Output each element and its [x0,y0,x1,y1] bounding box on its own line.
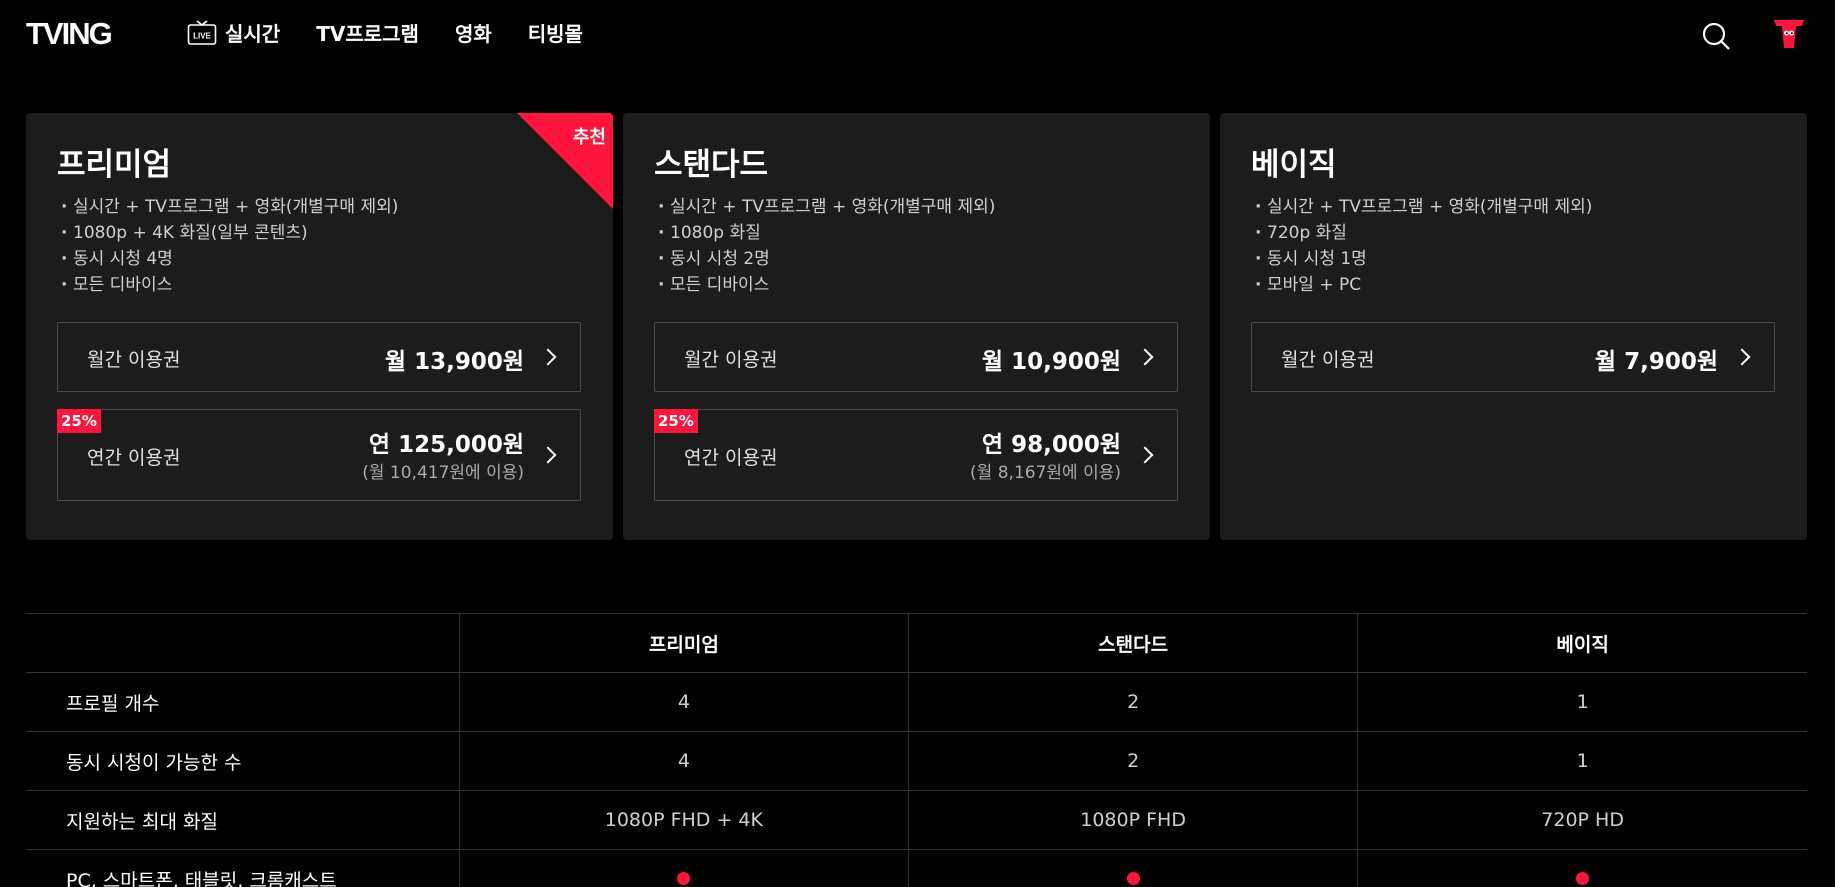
plan-feature: 모든 디바이스 [61,272,582,298]
svg-text:LIVE: LIVE [193,31,211,40]
monthly-equivalent: (월 8,167원에 이용) [970,463,1121,483]
plan-feature: 동시 시청 1명 [1255,246,1776,272]
plan-name: 베이직 [1251,147,1337,183]
nav-label-live: 실시간 [225,22,281,46]
price-label: 연간 이용권 [684,447,778,469]
discount-badge: 25% [57,409,101,433]
table-cell: 1 [1357,731,1807,791]
plan-feature: 동시 시청 4명 [61,246,582,272]
live-tv-icon: LIVE [187,19,217,45]
discount-badge: 25% [654,409,698,433]
plan-feature: 실시간 + TV프로그램 + 영화(개별구매 제외) [1255,194,1776,220]
nav-item-tving-mall[interactable]: 티빙몰 [528,18,583,47]
table-cell: 4 [458,672,909,732]
monthly-pass-button[interactable]: 월간 이용권 월 10,900원 [654,322,1178,392]
plan-feature: 실시간 + TV프로그램 + 영화(개별구매 제외) [61,194,582,220]
table-row: PC, 스마트폰, 태블릿, 크롬캐스트 [26,849,1807,887]
tving-logo[interactable]: TVING [26,16,113,52]
included-dot-icon [1576,872,1590,885]
included-dot-icon [677,872,691,885]
chevron-right-icon [539,348,557,366]
plan-feature: 모든 디바이스 [658,272,1179,298]
included-dot-icon [1126,872,1140,885]
table-header-cell: 프리미엄 [458,613,909,673]
nav-item-movie[interactable]: 영화 [455,18,492,47]
plan-feature: 모바일 + PC [1255,272,1776,298]
top-header: TVING LIVE 실시간 TV프로그램 영화 티빙몰 [0,0,1835,70]
table-row: 지원하는 최대 화질 1080P FHD + 4K 1080P FHD 720P… [26,790,1807,850]
table-cell: 720P HD [1357,790,1807,850]
monthly-pass-button[interactable]: 월간 이용권 월 13,900원 [57,322,581,392]
plan-name: 스탠다드 [654,147,769,183]
price-label: 월간 이용권 [684,349,778,371]
monthly-equivalent: (월 10,417원에 이용) [362,463,524,483]
table-row: 동시 시청이 가능한 수 4 2 1 [26,731,1807,791]
table-row: 프로필 개수 4 2 1 [26,672,1807,732]
table-cell: 1080P FHD + 4K [458,790,909,850]
plan-features: 실시간 + TV프로그램 + 영화(개별구매 제외) 1080p + 4K 화질… [61,194,582,298]
table-header-cell: 스탠다드 [907,613,1358,673]
price-value: 월 7,900원 [1594,349,1718,375]
price-value: 연 125,000원 [368,432,524,458]
table-cell [907,849,1358,887]
chevron-right-icon [1136,446,1154,464]
search-icon[interactable] [1700,20,1732,52]
price-value: 월 13,900원 [384,349,524,375]
chevron-right-icon [1733,348,1751,366]
main-nav: LIVE 실시간 TV프로그램 영화 티빙몰 [187,18,619,47]
plan-features: 실시간 + TV프로그램 + 영화(개별구매 제외) 1080p 화질 동시 시… [658,194,1179,298]
table-cell: 4 [458,731,909,791]
table-header-row: 프리미엄 스탠다드 베이직 [26,613,1807,673]
plan-feature: 1080p + 4K 화질(일부 콘텐츠) [61,220,582,246]
table-row-label: 지원하는 최대 화질 [26,790,460,850]
table-cell [1357,849,1807,887]
plan-card-basic: 베이직 실시간 + TV프로그램 + 영화(개별구매 제외) 720p 화질 동… [1220,113,1807,540]
chevron-right-icon [1136,348,1154,366]
table-row-label: PC, 스마트폰, 태블릿, 크롬캐스트 [26,849,460,887]
recommend-label: 추천 [572,127,606,148]
table-header-cell [26,613,460,673]
monthly-pass-button[interactable]: 월간 이용권 월 7,900원 [1251,322,1775,392]
price-value: 연 98,000원 [981,432,1121,458]
table-row-label: 프로필 개수 [26,672,460,732]
table-cell [458,849,909,887]
table-header-cell: 베이직 [1357,613,1807,673]
plan-card-standard: 스탠다드 실시간 + TV프로그램 + 영화(개별구매 제외) 1080p 화질… [623,113,1210,540]
plan-cards: 추천 프리미엄 실시간 + TV프로그램 + 영화(개별구매 제외) 1080p… [26,113,1807,540]
plan-features: 실시간 + TV프로그램 + 영화(개별구매 제외) 720p 화질 동시 시청… [1255,194,1776,298]
yearly-pass-button[interactable]: 25% 연간 이용권 연 98,000원 (월 8,167원에 이용) [654,409,1178,501]
plan-feature: 동시 시청 2명 [658,246,1179,272]
nav-item-live[interactable]: LIVE 실시간 [187,18,280,47]
plan-feature: 1080p 화질 [658,220,1179,246]
chevron-right-icon [539,446,557,464]
price-value: 월 10,900원 [981,349,1121,375]
plan-name: 프리미엄 [57,147,172,183]
price-label: 월간 이용권 [1281,349,1375,371]
plan-compare-table: 프리미엄 스탠다드 베이직 프로필 개수 4 2 1 동시 시청이 가능한 수 … [26,613,1807,887]
table-cell: 2 [907,672,1358,732]
plan-card-premium: 추천 프리미엄 실시간 + TV프로그램 + 영화(개별구매 제외) 1080p… [26,113,613,540]
table-cell: 2 [907,731,1358,791]
table-cell: 1 [1357,672,1807,732]
price-label: 월간 이용권 [87,349,181,371]
yearly-pass-button[interactable]: 25% 연간 이용권 연 125,000원 (월 10,417원에 이용) [57,409,581,501]
profile-icon[interactable] [1772,18,1806,50]
plan-feature: 실시간 + TV프로그램 + 영화(개별구매 제외) [658,194,1179,220]
nav-item-tv-program[interactable]: TV프로그램 [316,18,419,47]
table-cell: 1080P FHD [907,790,1358,850]
plan-feature: 720p 화질 [1255,220,1776,246]
price-label: 연간 이용권 [87,447,181,469]
table-row-label: 동시 시청이 가능한 수 [26,731,460,791]
